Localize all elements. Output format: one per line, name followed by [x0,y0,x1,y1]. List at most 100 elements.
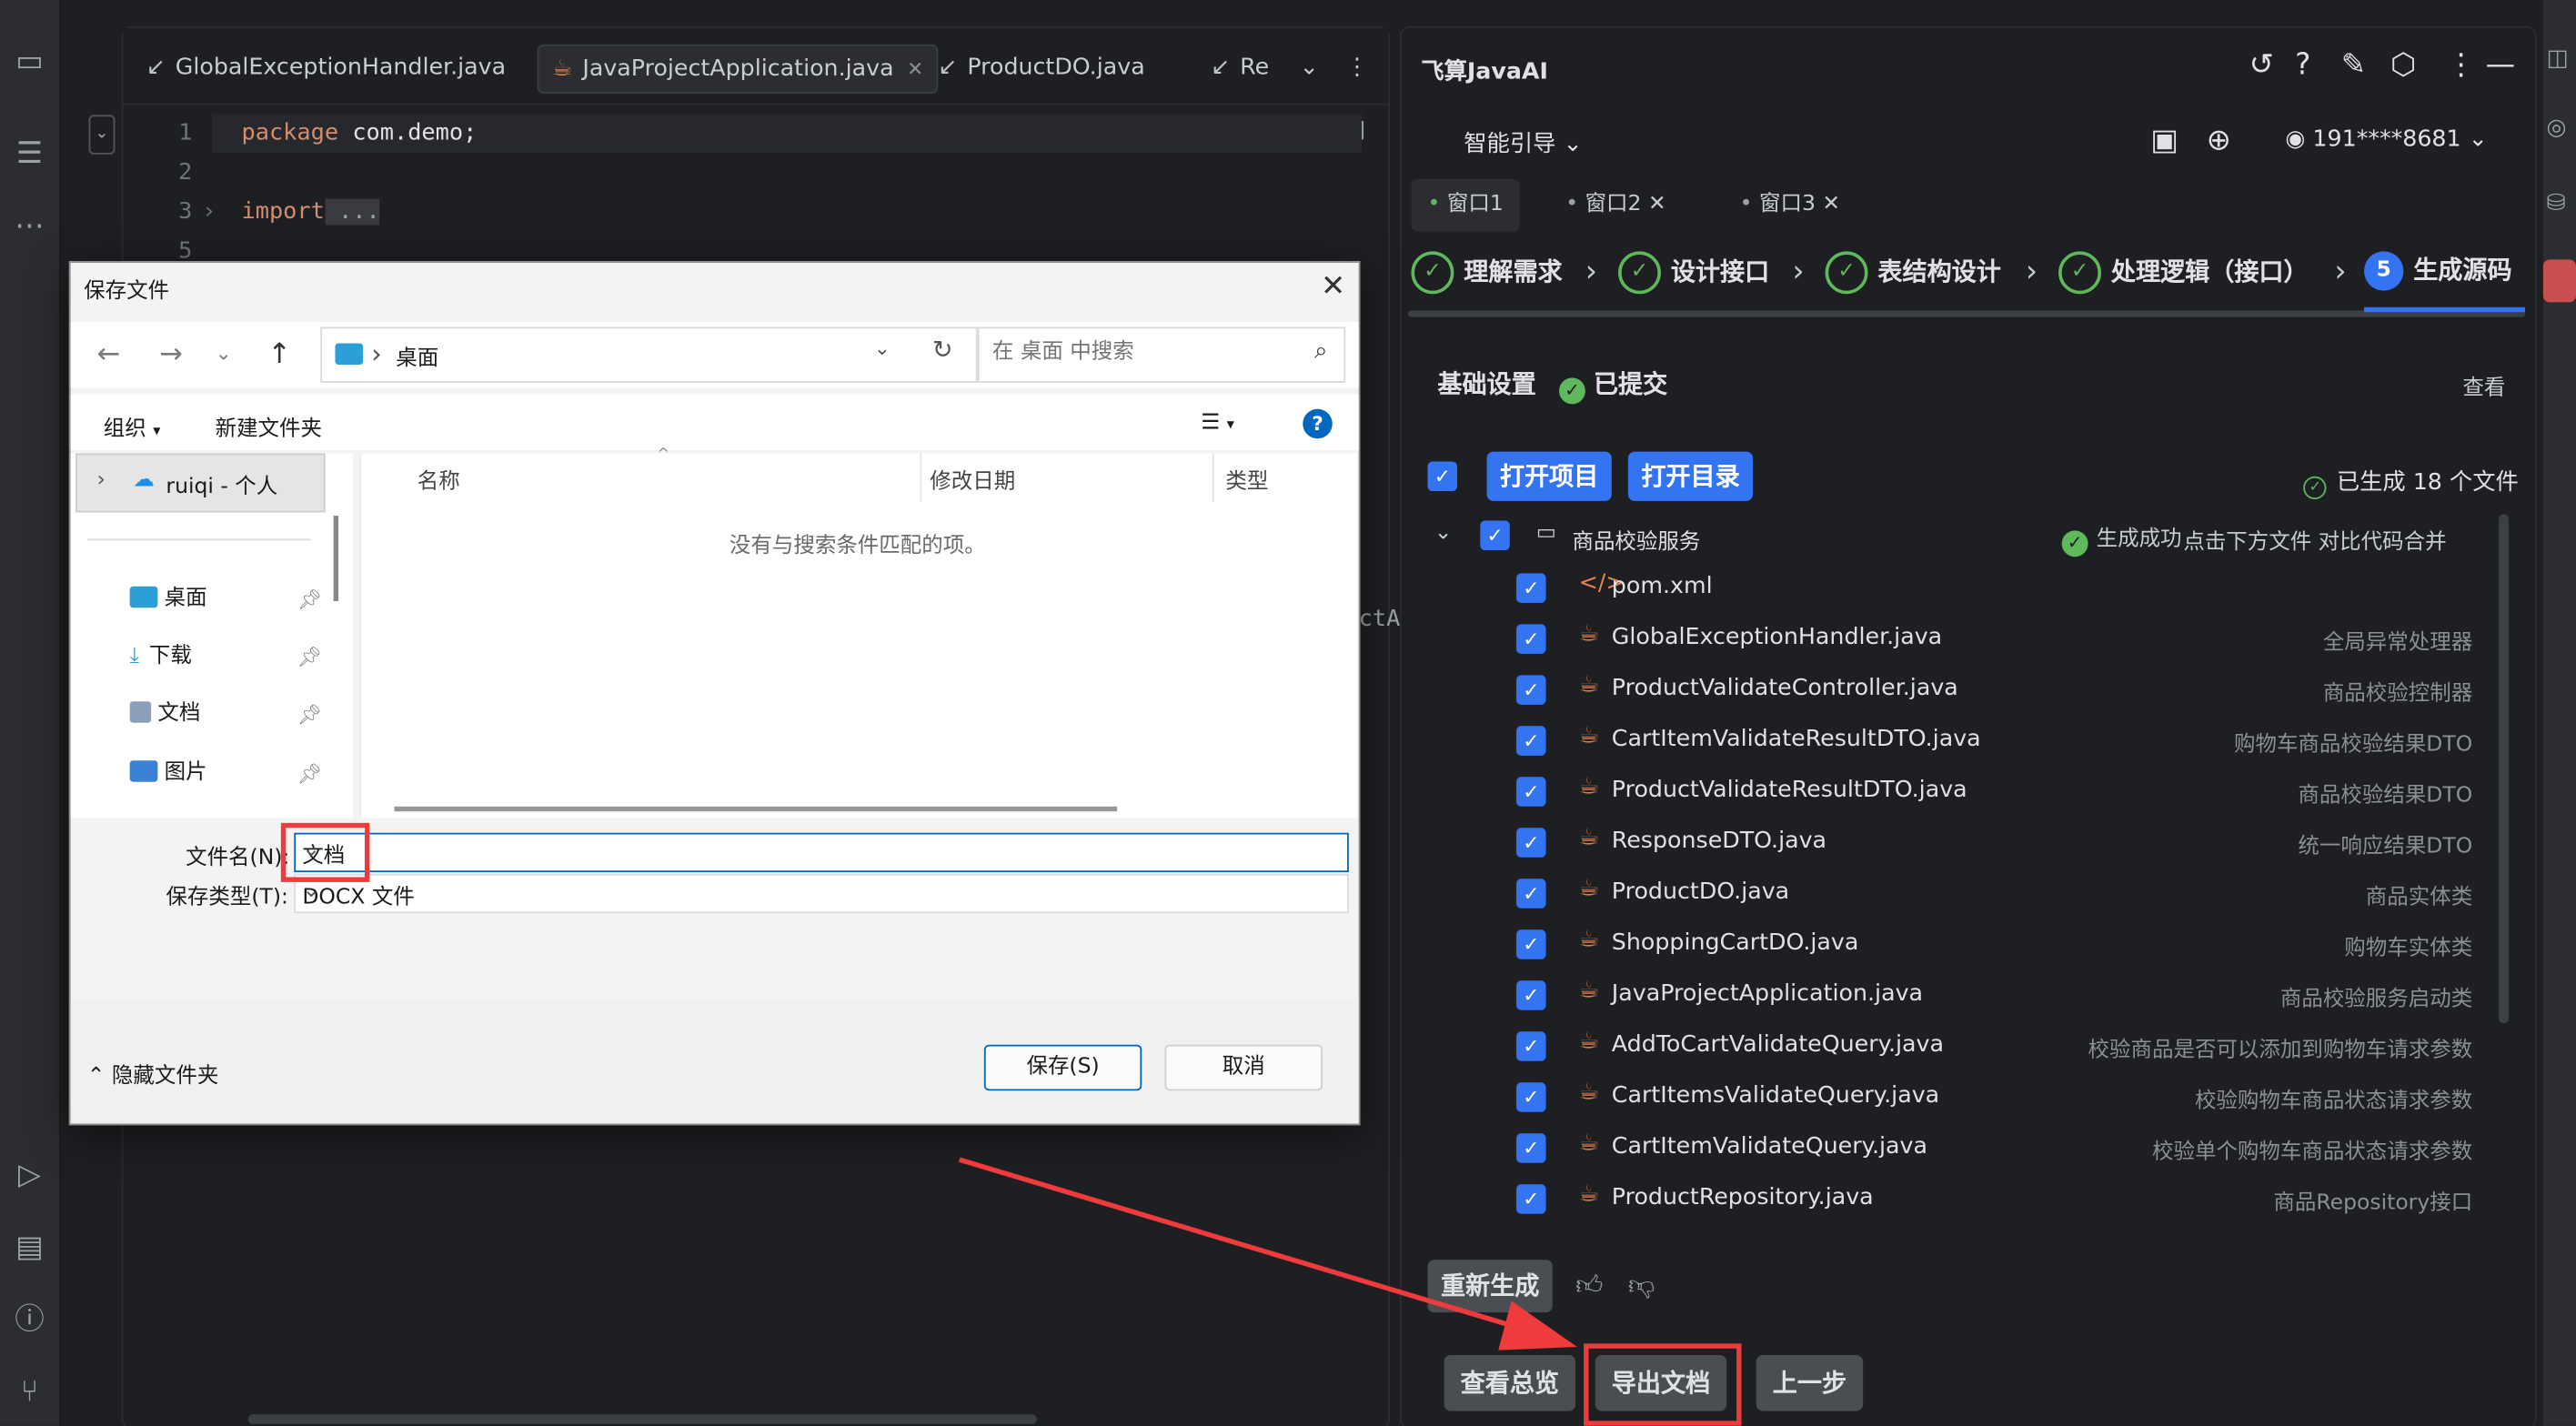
file-checkbox[interactable]: ✓ [1516,777,1546,807]
file-checkbox[interactable]: ✓ [1516,980,1546,1010]
file-checkbox[interactable]: ✓ [1516,624,1546,654]
run-icon[interactable]: ▷ [10,1157,49,1196]
code-line[interactable]: 3 › import ... [178,192,1362,231]
problems-icon[interactable]: ⓘ [10,1300,49,1340]
step-table-design[interactable]: ✓ 表结构设计 [1825,251,2001,295]
column-type[interactable]: 类型 [1225,463,1268,495]
code-line[interactable]: 2 [178,153,1362,192]
regenerate-button[interactable]: 重新生成 [1427,1260,1553,1313]
more-vertical-icon[interactable]: ⋮ [1345,45,1368,91]
forward-arrow-icon[interactable]: → [159,338,183,371]
list-item[interactable]: ✓ ☕ ShoppingCartDO.java 购物车实体类 [1402,919,2486,969]
up-arrow-icon[interactable]: ↑ [267,338,291,371]
git-icon[interactable]: ⑂ [10,1373,49,1412]
view-overview-button[interactable]: 查看总览 [1444,1355,1576,1411]
close-icon[interactable]: ✕ [907,57,923,80]
list-item[interactable]: ✓ ☕ ProductValidateController.java 商品校验控制器 [1402,665,2486,714]
search-input[interactable] [989,338,1292,367]
filetype-select[interactable]: DOCX 文件 ⌄ [294,873,1349,914]
edit-icon[interactable]: ✎ [2341,47,2366,82]
tab-java-project-application[interactable]: ☕ JavaProjectApplication.java ✕ [537,44,939,94]
nav-item-onedrive[interactable]: › ☁ ruiqi - 个人 [75,453,326,513]
project-folder-icon[interactable]: ▭ [10,43,49,82]
tab-window-1[interactable]: • 窗口1 [1411,178,1520,232]
minimize-icon[interactable]: — [2486,47,2516,82]
view-options-icon[interactable]: ☰ ▾ [1201,411,1234,436]
close-icon[interactable]: ✕ [1648,192,1666,216]
hide-folders-toggle[interactable]: ⌃ 隐藏文件夹 [87,1058,219,1089]
file-list-scrollbar[interactable] [2499,514,2509,1024]
new-folder-button[interactable]: 新建文件夹 [216,411,322,442]
previous-step-button[interactable]: 上一步 [1756,1355,1864,1411]
file-checkbox[interactable]: ✓ [1516,726,1546,756]
filename-field[interactable]: 文档 ⌄ [294,832,1349,873]
horizontal-scrollbar[interactable] [247,1414,1037,1424]
new-window-icon[interactable]: ▣ [2150,123,2179,157]
thumbs-down-icon[interactable]: 👎︎ [1628,1270,1655,1302]
list-item[interactable]: ✓ ☕ CartItemsValidateQuery.java 校验购物车商品状态请求… [1402,1072,2486,1121]
list-item[interactable]: ✓ ☕ CartItemValidateQuery.java 校验单个购物车商品状态请… [1402,1123,2486,1172]
tab-window-2[interactable]: • 窗口2 ✕ [1565,179,1665,232]
list-item[interactable]: ✓ ☕ ResponseDTO.java 统一响应结果DTO [1402,818,2486,867]
nav-item-documents[interactable]: 文档 📌︎ [129,697,322,733]
select-all-checkbox[interactable]: ✓ [1427,461,1458,492]
file-checkbox[interactable]: ✓ [1516,1184,1546,1214]
open-directory-button[interactable]: 打开目录 [1627,451,1754,501]
file-checkbox[interactable]: ✓ [1516,675,1546,705]
cancel-button[interactable]: 取消 [1164,1044,1323,1091]
list-item[interactable]: ✓ ☕ AddToCartValidateQuery.java 校验商品是否可以添加到… [1402,1021,2486,1070]
file-checkbox[interactable]: ✓ [1516,1031,1546,1061]
view-link[interactable]: 查看 [2462,369,2505,401]
eye-icon[interactable]: ◎ [2546,115,2566,141]
ai-icon[interactable]: ◫ [2546,46,2568,73]
list-item[interactable]: ✓ ☕ GlobalExceptionHandler.java 全局异常处理器 [1402,614,2486,663]
tab-truncated[interactable]: ↙ Re [1211,45,1269,91]
nav-item-pictures[interactable]: 图片 📌︎ [129,756,322,792]
pin-icon[interactable]: 📌︎ [297,756,323,792]
column-name[interactable]: 名称 [418,463,460,495]
list-item[interactable]: ✓ ☕ ProductDO.java 商品实体类 [1402,869,2486,918]
horizontal-scrollbar[interactable] [394,806,1118,812]
tabs-dropdown-icon[interactable]: ⌄ [1300,45,1319,91]
file-checkbox[interactable]: ✓ [1516,1133,1546,1163]
terminal-icon[interactable]: ▤ [10,1229,49,1268]
nav-scrollbar[interactable] [333,516,339,602]
thumbs-up-icon[interactable]: 👍︎ [1575,1270,1603,1302]
fold-chevron-icon[interactable]: › [202,192,216,231]
step-design-api[interactable]: ✓ 设计接口 [1618,251,1769,295]
tab-window-3[interactable]: • 窗口3 ✕ [1740,179,1840,232]
list-item[interactable]: ✓ ☕ ProductValidateResultDTO.java 商品校验结果DTO [1402,767,2486,816]
code-line[interactable]: 1 package com.demo; [178,113,1363,153]
nav-item-desktop[interactable]: 桌面 📌︎ [129,581,322,618]
nav-item-downloads[interactable]: ⤓ 下载 📌︎ [130,639,323,676]
history-icon[interactable]: ↺ [2249,47,2274,82]
tab-product-do[interactable]: ↙ ProductDO.java [938,45,1144,91]
structure-icon[interactable]: ☰ [10,135,49,174]
save-button[interactable]: 保存(S) [983,1044,1142,1091]
more-icon[interactable]: ⋯ [10,207,49,246]
help-icon[interactable]: ? [2295,47,2310,82]
help-icon[interactable]: ? [1303,408,1333,439]
account-menu[interactable]: ◉ 191****8681 ⌄ [2285,126,2488,153]
add-icon[interactable]: ⊕ [2207,123,2231,157]
recent-dropdown-icon[interactable]: ⌄ [216,342,232,365]
column-date[interactable]: 修改日期 [930,463,1015,495]
search-box[interactable]: ⌕ [977,326,1346,383]
close-icon[interactable]: ✕ [1822,192,1840,216]
address-bar[interactable]: › 桌面 ⌄ ↻ [320,326,978,383]
pin-icon[interactable]: 📌︎ [297,697,323,733]
open-project-button[interactable]: 打开项目 [1486,451,1612,501]
pin-icon[interactable]: 📌︎ [297,581,323,618]
close-icon[interactable]: ✕ [1321,269,1345,304]
step-understand[interactable]: ✓ 理解需求 [1411,251,1563,295]
tab-global-exception-handler[interactable]: ↙ GlobalExceptionHandler.java [146,45,506,91]
settings-icon[interactable]: ⬡ [2390,47,2416,82]
folder-checkbox[interactable]: ✓ [1480,520,1510,551]
database-icon[interactable]: ⛁ [2546,191,2565,217]
chevron-down-icon[interactable]: ⌄ [88,115,116,155]
pin-icon[interactable]: 📌︎ [297,639,323,676]
tree-root-folder[interactable]: ⌄ ✓ ▭ 商品校验服务 ✓ 生成成功 点击下方文件 对比代码合并 [1402,517,2535,557]
file-checkbox[interactable]: ✓ [1516,879,1546,909]
back-arrow-icon[interactable]: ← [97,338,121,371]
steps-scrollbar[interactable] [1407,310,2526,317]
